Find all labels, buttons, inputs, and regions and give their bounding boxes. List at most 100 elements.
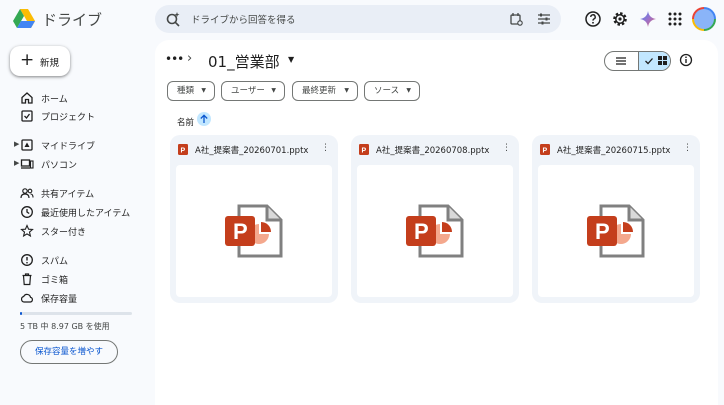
sidebar-item-spam[interactable]: スパム — [0, 251, 150, 269]
sidebar-item-label: スパム — [41, 257, 69, 267]
filter-chip-people[interactable]: ユーザー ▼ — [221, 81, 285, 101]
more-path-dots-icon[interactable]: ••• — [165, 52, 184, 66]
search-options-icon[interactable] — [509, 12, 523, 26]
file-name: A社_提案書_20260708.pptx — [376, 146, 490, 156]
ai-search-icon — [166, 12, 180, 27]
app-title[interactable]: ドライブ — [42, 9, 102, 30]
chevron-down-icon: ▼ — [344, 87, 349, 94]
plus-icon: + — [20, 50, 35, 70]
powerpoint-document-icon: P — [587, 204, 645, 258]
clock-icon — [21, 206, 33, 218]
spam-icon — [21, 254, 33, 266]
sidebar-item-home[interactable]: ホーム — [0, 89, 150, 107]
settings-gear-icon[interactable] — [611, 10, 629, 28]
buy-storage-button[interactable]: 保存容量を増やす — [20, 340, 118, 364]
pptx-file-icon: P — [359, 144, 369, 155]
sidebar-item-computers[interactable]: ▶ パソコン — [0, 155, 150, 173]
sidebar-item-label: パソコン — [41, 161, 78, 171]
sidebar-item-trash[interactable]: ゴミ箱 — [0, 270, 150, 288]
filter-chip-label: 最終更新 — [302, 86, 337, 96]
sidebar-item-label: ホーム — [41, 95, 68, 105]
pptx-file-icon: P — [540, 144, 550, 155]
home-icon — [21, 92, 33, 104]
breadcrumb-chevron-icon: › — [187, 51, 193, 66]
svg-text:P: P — [543, 148, 548, 155]
powerpoint-document-icon: P — [225, 204, 283, 258]
svg-text:P: P — [362, 148, 367, 155]
filter-chip-label: ソース — [374, 86, 400, 96]
cloud-icon — [20, 293, 33, 303]
new-button-label: 新規 — [40, 58, 60, 69]
check-icon — [645, 58, 653, 65]
sidebar-item-storage[interactable]: 保存容量 — [0, 289, 150, 307]
sidebar-item-projects[interactable]: プロジェクト — [0, 107, 150, 125]
shared-icon — [20, 188, 34, 199]
sort-direction-button[interactable] — [197, 112, 211, 126]
top-bar: ドライブ ドライブから回答を得る — [0, 0, 724, 40]
file-name: A社_提案書_20260701.pptx — [195, 146, 309, 156]
trash-icon — [22, 273, 32, 286]
filter-chip-label: 種類 — [177, 86, 195, 96]
filter-sliders-icon[interactable] — [537, 12, 551, 26]
help-icon[interactable] — [584, 10, 602, 28]
sidebar-item-shared[interactable]: 共有アイテム — [0, 184, 150, 202]
folder-menu-caret-icon[interactable]: ▼ — [288, 55, 294, 64]
star-icon — [20, 224, 34, 238]
list-view-icon — [616, 57, 626, 65]
folder-title[interactable]: 01_営業部 — [208, 51, 280, 72]
more-vert-icon[interactable]: ⋮ — [321, 143, 330, 153]
svg-text:P: P — [595, 219, 610, 244]
svg-text:P: P — [181, 148, 186, 155]
pptx-file-icon: P — [178, 144, 188, 155]
file-thumbnail[interactable]: P — [538, 165, 694, 297]
storage-usage-text: 5 TB 中 8.97 GB を使用 — [20, 322, 110, 331]
filter-chip-source[interactable]: ソース ▼ — [364, 81, 420, 101]
search-input[interactable]: ドライブから回答を得る — [191, 12, 296, 26]
arrow-up-icon — [200, 114, 208, 123]
more-vert-icon[interactable]: ⋮ — [683, 143, 692, 153]
chevron-down-icon: ▼ — [271, 87, 276, 94]
storage-usage-bar — [20, 312, 132, 315]
file-card[interactable]: P A社_提案書_20260715.pptx ⋮ P — [532, 135, 700, 303]
account-avatar[interactable] — [692, 7, 716, 31]
svg-text:P: P — [414, 219, 429, 244]
file-thumbnail[interactable]: P — [176, 165, 332, 297]
sort-by-name-label[interactable]: 名前 — [177, 116, 194, 128]
gemini-sparkle-icon[interactable] — [639, 10, 657, 28]
grid-view-button[interactable] — [638, 52, 670, 70]
sidebar-item-recent[interactable]: 最近使用したアイテム — [0, 203, 150, 221]
file-thumbnail[interactable]: P — [357, 165, 513, 297]
info-icon[interactable] — [679, 53, 693, 67]
filter-chip-modified[interactable]: 最終更新 ▼ — [292, 81, 358, 101]
file-name: A社_提案書_20260715.pptx — [557, 146, 671, 156]
chevron-down-icon: ▼ — [406, 87, 411, 94]
grid-view-icon — [658, 56, 667, 65]
storage-usage-fill — [20, 312, 22, 315]
file-card[interactable]: P A社_提案書_20260708.pptx ⋮ P — [351, 135, 519, 303]
view-toggle — [604, 51, 671, 71]
file-card[interactable]: P A社_提案書_20260701.pptx ⋮ P — [170, 135, 338, 303]
svg-text:P: P — [233, 219, 248, 244]
drive-logo-icon[interactable] — [12, 8, 36, 30]
sidebar-item-label: マイドライブ — [41, 142, 96, 152]
project-icon — [21, 110, 33, 122]
sidebar-item-label: プロジェクト — [41, 113, 96, 123]
apps-grid-icon[interactable] — [666, 10, 684, 28]
main-panel: ••• › 01_営業部 ▼ 種類 ▼ ユーザー ▼ 最終更新 ▼ ソース ▼ — [155, 40, 718, 405]
sidebar-item-my-drive[interactable]: ▶ マイドライブ — [0, 136, 150, 154]
filter-chip-type[interactable]: 種類 ▼ — [167, 81, 215, 101]
sidebar-item-label: スター付き — [41, 228, 87, 238]
expand-caret-icon[interactable]: ▶ — [14, 159, 19, 167]
sidebar-item-starred[interactable]: スター付き — [0, 222, 150, 240]
powerpoint-document-icon: P — [406, 204, 464, 258]
new-button[interactable]: + 新規 — [10, 46, 70, 76]
more-vert-icon[interactable]: ⋮ — [502, 143, 511, 153]
chevron-down-icon: ▼ — [201, 87, 206, 94]
sidebar-item-label: 保存容量 — [41, 295, 78, 305]
sidebar-item-label: 共有アイテム — [41, 190, 95, 200]
filter-chip-label: ユーザー — [231, 86, 265, 96]
expand-caret-icon[interactable]: ▶ — [14, 140, 19, 148]
sidebar-item-label: 最近使用したアイテム — [41, 209, 131, 219]
search-bar[interactable]: ドライブから回答を得る — [155, 5, 561, 33]
list-view-button[interactable] — [605, 52, 638, 70]
